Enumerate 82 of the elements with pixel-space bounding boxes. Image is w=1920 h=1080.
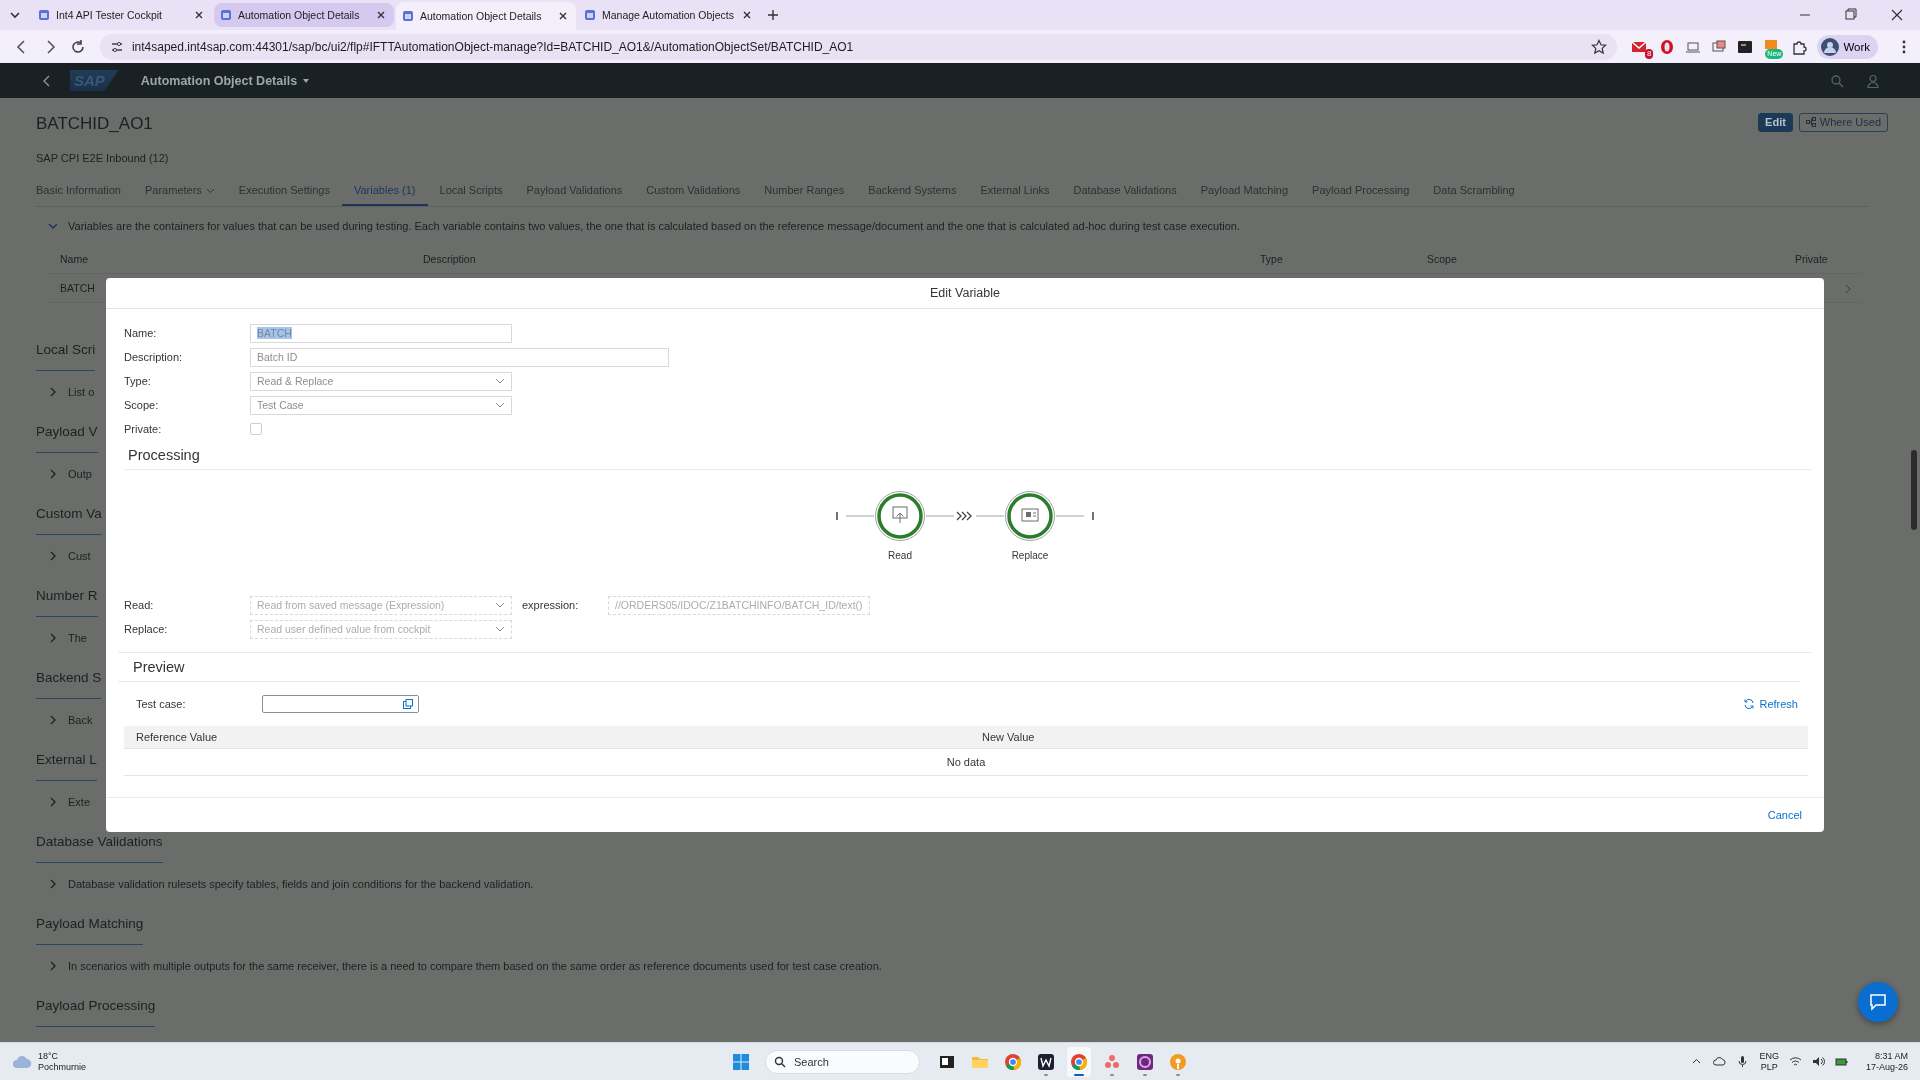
section-description: Outp [68,468,92,480]
tab[interactable]: Basic Information [36,176,133,206]
section-title: Payload V [36,424,98,453]
tab[interactable]: Payload Validations [514,176,635,206]
browser-tab[interactable]: Int4 API Tester Cockpit [32,3,212,27]
object-title: BATCHID_AO1 [36,113,153,134]
profile-button[interactable]: Work [1817,34,1878,59]
field-label: Type: [124,375,152,387]
field-label: Read: [124,599,155,611]
section-title: Processing [124,441,1812,470]
column-header: Name [59,252,89,267]
dropdown-field[interactable]: Read user defined value from cockpit [250,619,512,639]
tab[interactable]: Execution Settings [226,176,342,206]
field-label: Description: [124,351,184,363]
object-subtitle: SAP CPI E2E Inbound (12) [36,151,170,166]
clock[interactable]: 8:31 AM 17-Aug-26 [1865,1050,1908,1073]
tab[interactable]: Number Ranges [752,176,857,206]
field-label: Replace: [124,623,169,635]
section-description: The [68,632,87,644]
section-title: Backend S [36,670,102,699]
field-label: Test case: [136,698,187,710]
section-title: Payload Processing [36,998,156,1027]
section-title: Database Validations [36,834,163,863]
field-label: Private: [124,423,163,435]
dropdown-field[interactable]: Read & Replace [250,371,512,391]
dialog-title: Edit Variable [106,278,1824,309]
column-header: Reference Value [135,731,219,743]
dropdown-field[interactable]: Test Case [250,395,512,415]
field-label: Scope: [124,399,160,411]
name-field[interactable]: BATCH [250,323,512,343]
section-description: Back [68,714,93,726]
browser-tab[interactable]: Manage Automation Objects [578,3,758,27]
column-header: Scope [1426,252,1458,267]
tab[interactable]: Payload Matching [1188,176,1301,206]
section-title: Number R [36,588,98,617]
tab[interactable]: Payload Processing [1300,176,1422,206]
column-header: New Value [981,731,1036,743]
section-description: Database validation rulesets specify tables, fields and join conditions for the backend validation. [68,878,534,890]
field-label: expression: [522,599,580,611]
section-title: Local Scri [36,342,96,371]
cancel-button[interactable]: Cancel [1761,808,1808,822]
step-label: Replace [1011,550,1049,561]
where-used-button[interactable]: Where Used [1798,112,1888,132]
edit-button[interactable]: Edit [1758,112,1793,132]
description-field[interactable]: Batch ID [250,347,669,367]
dropdown-field[interactable]: Read from saved message (Expression) [250,595,512,615]
notification-badge: 8 [1644,48,1654,59]
empty-table-text: No data [946,756,986,768]
tab[interactable]: Custom Validations [634,176,753,206]
step-label: Read [888,550,912,561]
info-text: Variables are the containers for values that can be used during testing. Each variable contains two values, the one that is calculated based on the reference message/document and the one that is calculated ad-hoc during test case execution. [68,220,1241,232]
tab[interactable]: Parameters [133,176,227,206]
tab[interactable]: External Links [968,176,1062,206]
tab[interactable]: Data Scrambling [1421,176,1527,206]
tab[interactable]: Local Scripts [427,176,515,206]
column-header: Private [1794,252,1829,267]
section-description: Cust [68,550,91,562]
browser-tab[interactable]: Automation Object Details [214,3,394,27]
temperature-text: 18°C [38,1050,60,1062]
section-description: List o [68,386,95,398]
column-header: Type [1259,252,1284,267]
url-text: int4saped.int4sap.com:44301/sap/bc/ui2/flp#IFTTAutomationObject-manage?Id=BATCHID_AO1&/AutomationObjectSet/BATCHID_AO1 [131,39,854,54]
section-title: Payload Matching [36,916,144,945]
tab[interactable]: Backend Systems [856,176,969,206]
language-indicator[interactable]: ENG PLP [1759,1050,1779,1073]
section-description: In scenarios with multiple outputs for the same receiver, there is a need to compare them based on the same order as reference documents used for test case creation. [68,960,882,972]
section-title: External L [36,752,97,781]
address-bar[interactable]: int4saped.int4sap.com:44301/sap/bc/ui2/flp#IFTTAutomationObject-manage?Id=BATCHID_AO1&/AutomationObjectSet/BATCHID_AO1 [99,33,1618,60]
column-header: Description [422,252,477,267]
browser-tab[interactable]: Automation Object Details [396,2,576,30]
search-field[interactable]: Search [765,1049,920,1074]
tab[interactable]: Database Validations [1061,176,1189,206]
tab[interactable]: Variables (1) [341,176,428,206]
weather-text: Pochmurnie [38,1061,87,1073]
refresh-button[interactable]: Refresh [1737,697,1804,711]
expression-field[interactable]: //ORDERS05/IDOC/Z1BATCHINFO/BATCH_ID/text() [608,595,870,615]
section-title: Custom Va [36,506,102,535]
field-label: Name: [124,327,158,339]
app-title-menu[interactable]: Automation Object Details [134,72,317,89]
section-title: Preview [118,653,1800,682]
section-description: Exte [68,796,90,808]
table-cell[interactable]: BATCH [60,282,95,294]
